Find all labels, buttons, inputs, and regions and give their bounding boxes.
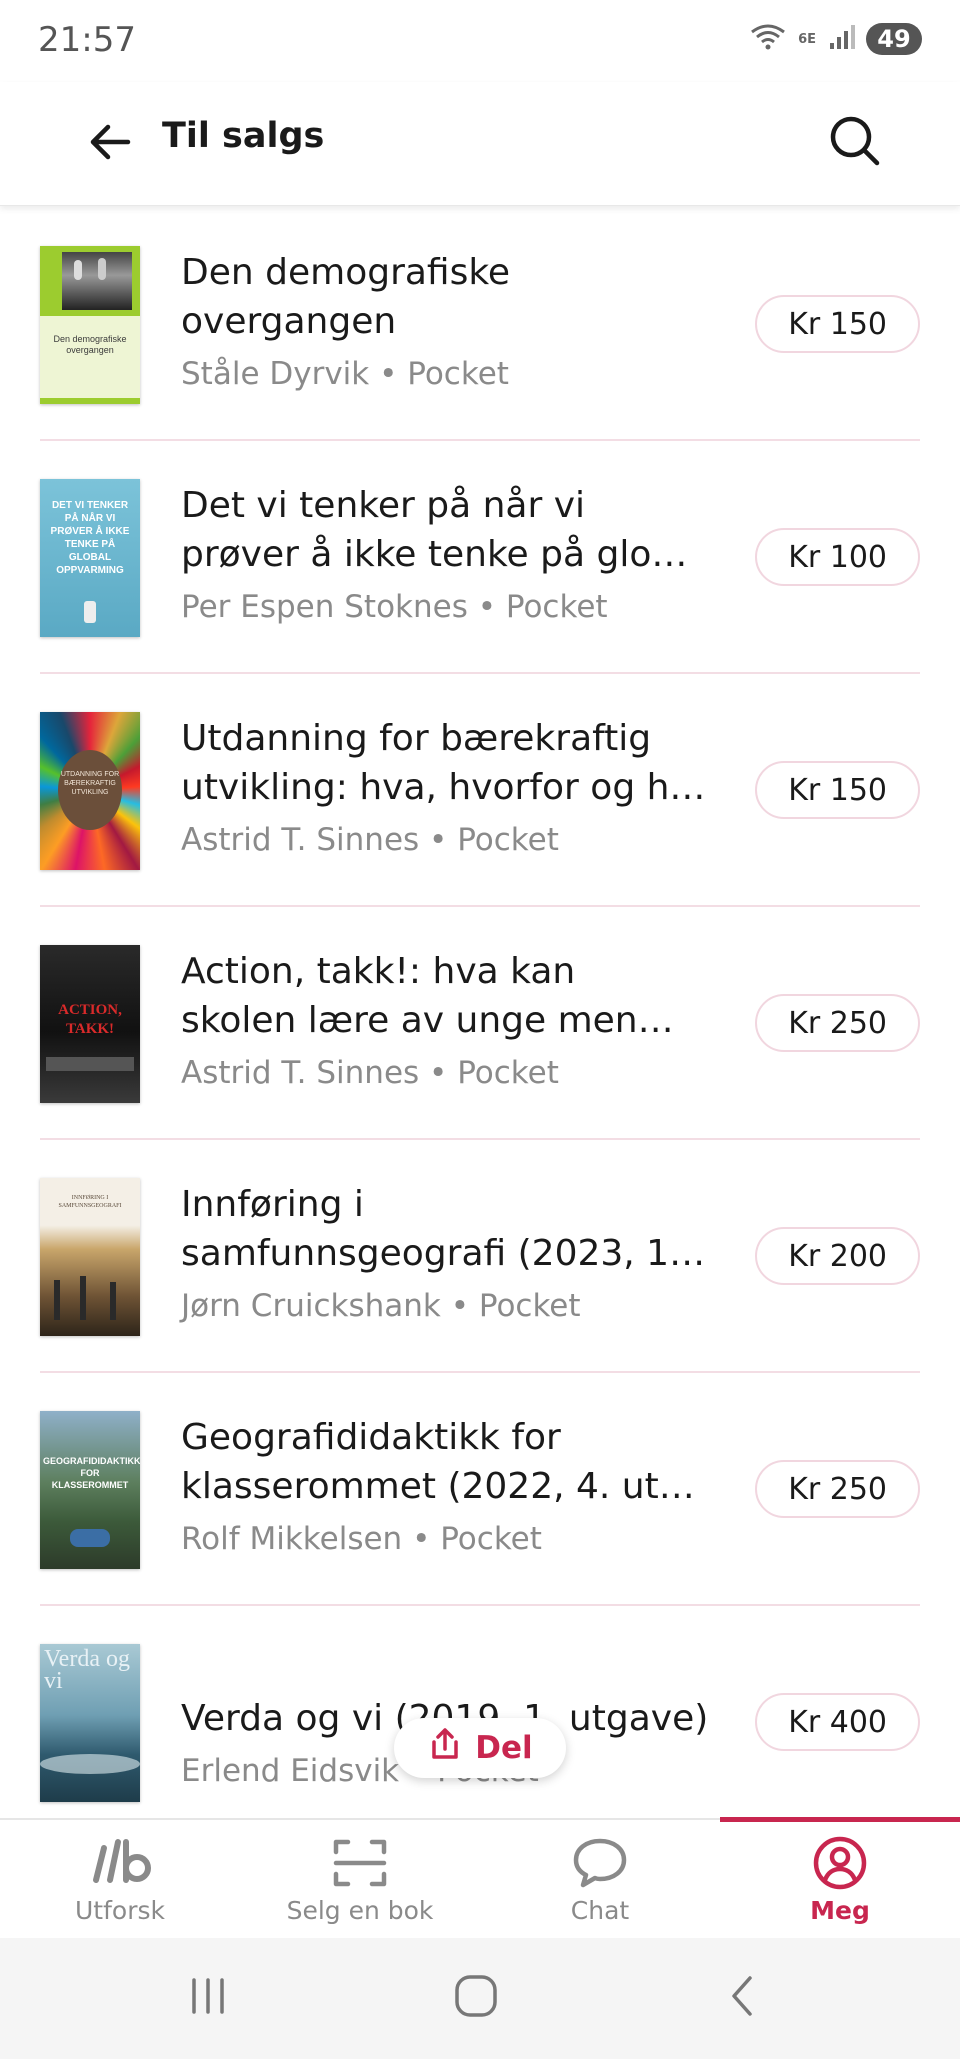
nav-label: Utforsk [75,1896,165,1925]
book-cover-text: Verda og vi [44,1646,130,1694]
book-meta: Ståle Dyrvik • Pocket [181,356,509,392]
book-meta: Rolf Mikkelsen • Pocket [181,1521,542,1557]
book-author: Astrid T. Sinnes [181,822,420,858]
book-cover-image: DET VI TENKER PÅ NÅR VI PRØVER Å IKKE TE… [40,479,140,637]
book-meta: Per Espen Stoknes • Pocket [181,589,608,625]
book-title: Den demografiske overgangen [181,252,511,342]
book-title: Geografididaktikk for klasserommet (2022… [181,1417,695,1507]
book-list: Den demografiske overgangen Den demograf… [0,208,960,1820]
book-meta: Astrid T. Sinnes • Pocket [181,1055,559,1091]
book-list-item[interactable]: GEOGRAFIDIDAKTIKK FOR KLASSEROMMET Geogr… [0,1373,960,1606]
status-time: 21:57 [38,20,136,60]
book-title: Utdanning for bærekraftig utvikling: hva… [181,718,706,808]
book-cover-text: DET VI TENKER PÅ NÅR VI PRØVER Å IKKE TE… [50,500,130,576]
book-cover-image: INNFØRING I SAMFUNNSGEOGRAFI [40,1178,140,1336]
price-badge[interactable]: Kr 100 [755,528,920,586]
page-title: Til salgs [162,116,325,156]
book-author: Erlend Eidsvik [181,1753,400,1789]
book-cover-text: ACTION, TAKK! [58,1002,122,1037]
price-badge[interactable]: Kr 250 [755,994,920,1052]
book-format: Pocket [457,822,559,858]
price-badge[interactable]: Kr 150 [755,295,920,353]
app-bar: Til salgs [0,82,960,206]
book-list-item[interactable]: Den demografiske overgangen Den demograf… [0,208,960,441]
nav-tab-chat[interactable]: Chat [480,1820,720,1940]
recent-apps-button[interactable] [178,1968,238,2028]
price-badge[interactable]: Kr 400 [755,1693,920,1751]
share-icon [427,1726,463,1770]
book-list-item[interactable]: INNFØRING I SAMFUNNSGEOGRAFI Innføring i… [0,1140,960,1373]
status-bar: 21:57 6E 49 [0,0,960,82]
book-author: Astrid T. Sinnes [181,1055,420,1091]
search-icon [827,113,883,173]
recent-apps-icon [186,1974,230,2022]
book-author: Per Espen Stoknes [181,589,468,625]
battery-indicator: 49 [866,23,922,55]
book-title: Innføring i samfunnsgeografi (2023, 1… [181,1184,706,1274]
share-button-label: Del [475,1730,533,1766]
price-badge[interactable]: Kr 150 [755,761,920,819]
system-navigation-bar [0,1938,960,2059]
explore-logo-icon [88,1832,152,1894]
book-meta: Astrid T. Sinnes • Pocket [181,822,559,858]
book-cover-text: GEOGRAFIDIDAKTIKK FOR KLASSEROMMET [43,1456,140,1490]
book-cover-image: Verda og vi [40,1644,140,1802]
nav-tab-utforsk[interactable]: Utforsk [0,1820,240,1940]
nav-label: Chat [570,1896,630,1925]
book-cover-text: Den demografiske overgangen [53,334,127,355]
chevron-left-icon [722,1974,766,2022]
book-cover-image: GEOGRAFIDIDAKTIKK FOR KLASSEROMMET [40,1411,140,1569]
book-author: Ståle Dyrvik [181,356,370,392]
status-icons: 6E 49 [748,22,922,56]
nav-label: Meg [810,1896,870,1925]
nav-tab-meg[interactable]: Meg [720,1820,960,1940]
back-button[interactable] [78,112,142,176]
share-button[interactable]: Del [394,1718,566,1778]
book-title: Det vi tenker på når vi prøver å ikke te… [181,485,688,575]
book-meta: Jørn Cruickshank • Pocket [181,1288,581,1324]
nav-label: Selg en bok [286,1896,434,1925]
book-list-item[interactable]: DET VI TENKER PÅ NÅR VI PRØVER Å IKKE TE… [0,441,960,674]
chat-bubble-icon [572,1832,628,1894]
wifi-icon [748,22,788,56]
book-format: Pocket [457,1055,559,1091]
arrow-left-icon [86,118,134,170]
book-format: Pocket [407,356,509,392]
book-cover-text: INNFØRING I SAMFUNNSGEOGRAFI [58,1195,122,1209]
book-cover-image: UTDANNING FOR BÆREKRAFTIG UTVIKLING [40,712,140,870]
book-cover-image: Den demografiske overgangen [40,246,140,404]
profile-icon [812,1832,868,1894]
book-author: Rolf Mikkelsen [181,1521,403,1557]
book-cover-text: UTDANNING FOR BÆREKRAFTIG UTVIKLING [60,771,120,796]
book-cover-image: ACTION, TAKK! [40,945,140,1103]
home-icon [452,1972,500,2024]
book-title: Action, takk!: hva kan skolen lære av un… [181,951,674,1041]
book-list-item[interactable]: Verda og vi Verda og vi (2019, 1. utgave… [0,1606,960,1820]
signal-icon [828,23,856,55]
bottom-navigation: Utforsk Selg en bok Chat Meg [0,1817,960,1940]
book-format: Pocket [505,589,608,625]
home-button[interactable] [446,1968,506,2028]
nav-tab-selg-en-bok[interactable]: Selg en bok [240,1820,480,1940]
book-format: Pocket [440,1521,542,1557]
price-badge[interactable]: Kr 200 [755,1227,920,1285]
search-button[interactable] [820,108,890,178]
book-format: Pocket [478,1288,581,1324]
system-back-button[interactable] [714,1968,774,2028]
book-list-item[interactable]: ACTION, TAKK! Action, takk!: hva kan sko… [0,907,960,1140]
price-badge[interactable]: Kr 250 [755,1460,920,1518]
scan-icon [332,1832,388,1894]
network-type-label: 6E [798,31,816,47]
book-list-item[interactable]: UTDANNING FOR BÆREKRAFTIG UTVIKLING Utda… [0,674,960,907]
book-author: Jørn Cruickshank [181,1288,441,1324]
